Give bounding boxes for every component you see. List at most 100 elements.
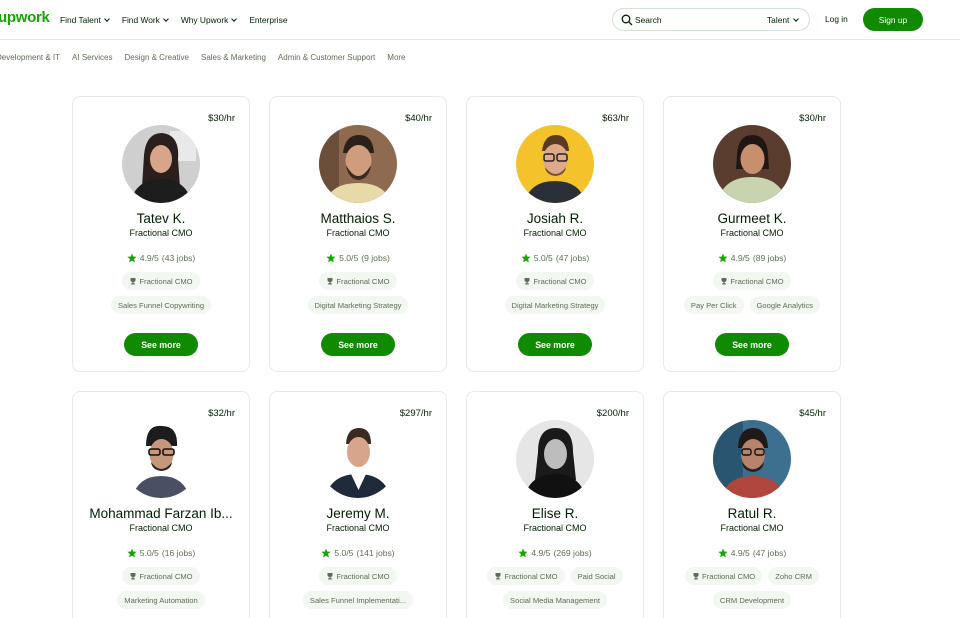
jobs-count: (43 jobs) xyxy=(161,253,196,263)
category-more[interactable]: More xyxy=(387,53,405,62)
avatar xyxy=(319,125,397,203)
star-icon xyxy=(127,253,137,263)
star-icon xyxy=(127,548,137,558)
nav-why-upwork[interactable]: Why Upwork xyxy=(181,15,238,25)
skill-tag[interactable]: Digital Marketing Strategy xyxy=(504,296,606,314)
rating-score: 4.9/5 xyxy=(139,253,159,263)
skill-tag[interactable]: Marketing Automation xyxy=(117,591,205,609)
freelancer-card[interactable]: $45/hr Ratul R. Fractional CMO 4.9/5 (47… xyxy=(663,391,841,618)
nav-find-work[interactable]: Find Work xyxy=(121,15,169,25)
freelancer-name[interactable]: Gurmeet K. xyxy=(664,211,840,226)
freelancer-title: Fractional CMO xyxy=(326,523,390,533)
chevron-down-icon xyxy=(103,16,110,22)
hourly-rate: $32/hr xyxy=(208,408,235,419)
freelancer-title: Fractional CMO xyxy=(720,523,784,533)
skill-tag[interactable]: Pay Per Click xyxy=(683,296,744,314)
badge-label: Fractional CMO xyxy=(139,276,193,286)
skill-tag[interactable]: Digital Marketing Strategy xyxy=(307,296,409,314)
skill-tag[interactable]: Sales Funnel Copywriting xyxy=(110,296,212,314)
trophy-icon xyxy=(693,573,699,580)
category-bar: Development & IT AI Services Design & Cr… xyxy=(0,53,406,62)
jobs-count: (89 jobs) xyxy=(752,253,787,263)
specialty-badge: Fractional CMO xyxy=(319,272,397,290)
specialty-badge: Fractional CMO xyxy=(713,272,791,290)
skill-tag[interactable]: Social Media Management xyxy=(503,591,607,609)
badge-label: Fractional CMO xyxy=(336,571,390,581)
login-link[interactable]: Log in xyxy=(825,14,848,24)
rating: 4.9/5 (47 jobs) xyxy=(664,548,840,558)
category-sales-marketing[interactable]: Sales & Marketing xyxy=(201,53,266,62)
freelancer-name[interactable]: Mohammad Farzan Ib... xyxy=(73,506,249,521)
skills-row: CRM Development xyxy=(664,591,840,609)
badge-label: Fractional CMO xyxy=(504,571,558,581)
nav-label: Enterprise xyxy=(249,15,288,25)
freelancer-name[interactable]: Matthaios S. xyxy=(270,211,446,226)
jobs-count: (47 jobs) xyxy=(752,548,787,558)
freelancer-card[interactable]: $63/hr Josiah R. Fractional CMO 5.0/5 (4… xyxy=(466,96,644,372)
badge-label: Fractional CMO xyxy=(730,276,784,286)
jobs-count: (47 jobs) xyxy=(555,253,590,263)
nav-label: Find Talent xyxy=(60,15,101,25)
skills-row: Digital Marketing Strategy xyxy=(467,296,643,314)
search-input[interactable] xyxy=(635,11,745,28)
rating: 5.0/5 (16 jobs) xyxy=(73,548,249,558)
nav-label: Find Work xyxy=(121,15,160,25)
search-scope-label: Talent xyxy=(767,15,790,25)
badge-row: Fractional CMO xyxy=(270,567,446,585)
upwork-logo[interactable]: upwork xyxy=(0,9,50,26)
see-more-button[interactable]: See more xyxy=(124,333,198,356)
freelancer-card[interactable]: $200/hr Elise R. Fractional CMO 4.9/5 (2… xyxy=(466,391,644,618)
hourly-rate: $30/hr xyxy=(799,113,826,124)
freelancer-card[interactable]: $32/hr Mohammad Farzan Ib... Fractional … xyxy=(72,391,250,618)
freelancer-card[interactable]: $30/hr Gurmeet K. Fractional CMO 4.9/5 (… xyxy=(663,96,841,372)
rating-score: 5.0/5 xyxy=(339,253,359,263)
see-more-button[interactable]: See more xyxy=(321,333,395,356)
freelancer-name[interactable]: Jeremy M. xyxy=(270,506,446,521)
skill-tag[interactable]: Sales Funnel Implementati... xyxy=(302,591,414,609)
rating: 4.9/5 (43 jobs) xyxy=(73,253,249,263)
skills-row: Marketing Automation xyxy=(73,591,249,609)
freelancer-card[interactable]: $40/hr Matthaios S. Fractional CMO 5.0/5… xyxy=(269,96,447,372)
category-development[interactable]: Development & IT xyxy=(0,53,60,62)
freelancer-name[interactable]: Tatev K. xyxy=(73,211,249,226)
freelancer-title: Fractional CMO xyxy=(326,228,390,238)
avatar xyxy=(713,125,791,203)
rating: 5.0/5 (47 jobs) xyxy=(467,253,643,263)
freelancer-name[interactable]: Elise R. xyxy=(467,506,643,521)
signup-button[interactable]: Sign up xyxy=(863,8,923,31)
trophy-icon xyxy=(495,573,501,580)
see-more-button[interactable]: See more xyxy=(518,333,592,356)
avatar xyxy=(319,420,397,498)
badge-row: Fractional CMO xyxy=(467,272,643,290)
freelancer-card[interactable]: $30/hr Tatev K. Fractional CMO 4.9/5 (43… xyxy=(72,96,250,372)
skills-row: Social Media Management xyxy=(467,591,643,609)
trophy-icon xyxy=(327,573,333,580)
search-scope-select[interactable]: Talent xyxy=(767,15,800,25)
trophy-icon xyxy=(524,278,530,285)
skill-tag[interactable]: Zoho CRM xyxy=(768,567,819,585)
freelancer-card[interactable]: $297/hr Jeremy M. Fractional CMO 5.0/5 (… xyxy=(269,391,447,618)
badge-label: Fractional CMO xyxy=(533,276,587,286)
skill-tag[interactable]: Google Analytics xyxy=(749,296,821,314)
star-icon xyxy=(521,253,531,263)
nav-enterprise[interactable]: Enterprise xyxy=(249,15,287,25)
badge-row: Fractional CMO Paid Social xyxy=(467,567,643,585)
freelancer-title: Fractional CMO xyxy=(523,228,587,238)
badge-label: Fractional CMO xyxy=(702,571,756,581)
freelancer-name[interactable]: Josiah R. xyxy=(467,211,643,226)
rating-score: 4.9/5 xyxy=(730,253,750,263)
freelancer-name[interactable]: Ratul R. xyxy=(664,506,840,521)
category-design[interactable]: Design & Creative xyxy=(125,53,189,62)
category-admin-support[interactable]: Admin & Customer Support xyxy=(278,53,375,62)
skills-row: Sales Funnel Copywriting xyxy=(73,296,249,314)
skill-tag[interactable]: CRM Development xyxy=(712,591,792,609)
see-more-button[interactable]: See more xyxy=(715,333,789,356)
freelancer-title: Fractional CMO xyxy=(523,523,587,533)
chevron-down-icon xyxy=(231,16,238,22)
skill-tag[interactable]: Paid Social xyxy=(570,567,623,585)
category-ai-services[interactable]: AI Services xyxy=(72,53,112,62)
specialty-badge: Fractional CMO xyxy=(685,567,763,585)
nav-find-talent[interactable]: Find Talent xyxy=(60,15,110,25)
freelancer-title: Fractional CMO xyxy=(129,523,193,533)
jobs-count: (269 jobs) xyxy=(553,548,592,558)
